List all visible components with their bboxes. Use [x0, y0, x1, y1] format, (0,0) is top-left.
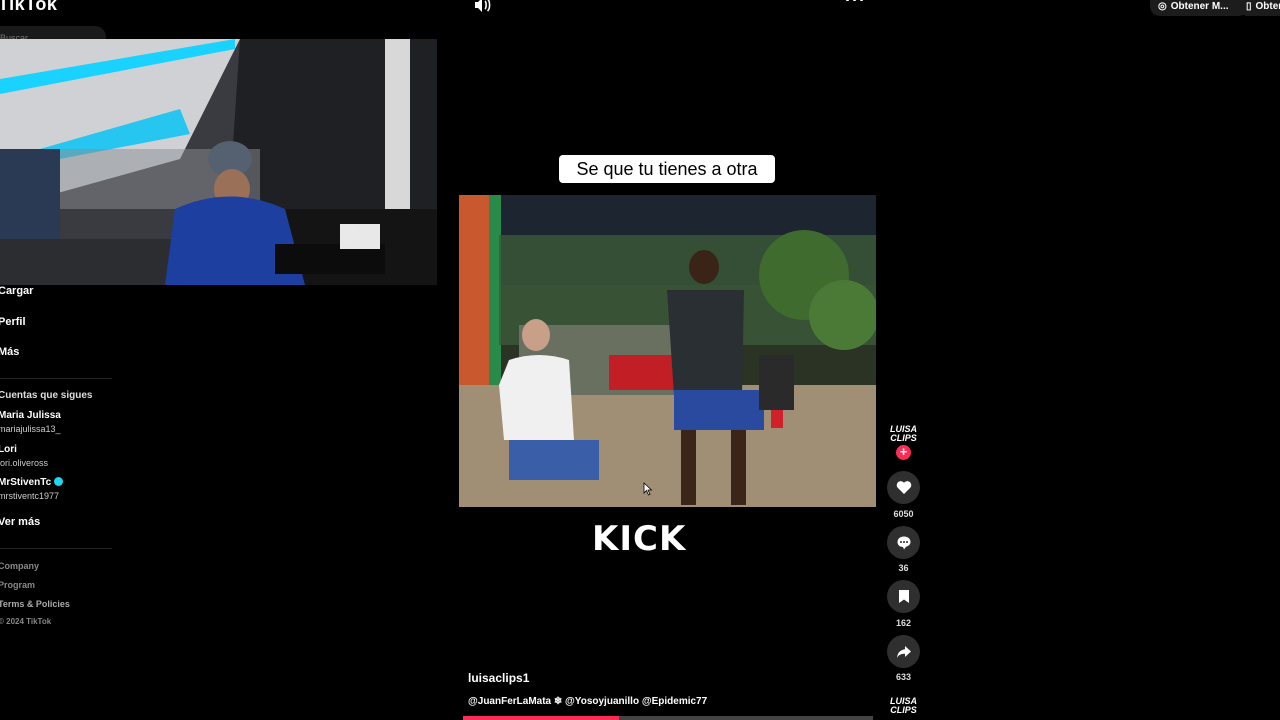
webcam-image: [0, 39, 437, 285]
save-count: 162: [895, 618, 912, 628]
comment-button[interactable]: [887, 526, 920, 559]
tiktok-logo[interactable]: TikTok: [0, 0, 57, 15]
video-caption: Se que tu tienes a otra: [559, 155, 775, 183]
copyright: © 2024 TikTok: [0, 617, 52, 626]
following-title: Cuentas que sigues: [0, 390, 93, 401]
phone-icon: ▯: [1246, 0, 1252, 12]
sidebar-item-upload[interactable]: Cargar: [0, 285, 33, 297]
video-player[interactable]: [459, 195, 876, 507]
following-name[interactable]: MrStivenTc: [0, 477, 63, 488]
following-user[interactable]: mariajulissa13_: [0, 424, 61, 434]
like-button[interactable]: [887, 471, 920, 504]
footer-link[interactable]: Terms & Policies: [0, 599, 70, 609]
footer-link[interactable]: Company: [0, 561, 39, 571]
follow-plus-icon[interactable]: +: [896, 445, 911, 460]
share-button[interactable]: [887, 635, 920, 668]
webcam-overlay: [0, 39, 437, 285]
save-button[interactable]: [887, 580, 920, 613]
more-options-icon[interactable]: ···: [845, 0, 866, 11]
mouse-cursor-icon: [643, 482, 653, 496]
sidebar-item-profile[interactable]: Perfil: [0, 316, 26, 328]
video-frame: [459, 195, 876, 507]
sidebar-item-more[interactable]: Más: [0, 346, 19, 358]
volume-icon[interactable]: [473, 0, 491, 13]
video-description[interactable]: @JuanFerLaMata ❄ @Yosoyjuanillo @Epidemi…: [468, 696, 707, 707]
see-more-link[interactable]: Ver más: [0, 516, 40, 528]
following-user[interactable]: mrstiventc1977: [0, 491, 59, 501]
share-count: 633: [895, 672, 912, 682]
kick-watermark: KICK: [592, 519, 687, 559]
video-author[interactable]: luisaclips1: [468, 671, 529, 685]
app-icon: ◎: [1158, 0, 1167, 12]
comment-count: 36: [898, 563, 909, 573]
following-name[interactable]: Maria Julissa: [0, 410, 61, 421]
like-count: 6050: [893, 509, 914, 519]
divider: [0, 548, 112, 549]
get-app-mobile-button[interactable]: ▯ Obten: [1238, 0, 1280, 16]
following-user[interactable]: lori.oliveross: [0, 458, 48, 468]
bookmark-icon: [898, 590, 909, 603]
verified-icon: [53, 477, 63, 486]
music-disc[interactable]: LUISA CLIPS: [889, 697, 918, 717]
share-icon: [896, 645, 911, 658]
comment-icon: [897, 536, 910, 549]
progress-fill: [463, 716, 619, 720]
divider: [0, 378, 112, 379]
footer-link[interactable]: Program: [0, 580, 35, 590]
following-name[interactable]: Lori: [0, 444, 17, 455]
get-app-button[interactable]: ◎ Obtener M...: [1150, 0, 1248, 16]
heart-icon: [896, 481, 911, 494]
